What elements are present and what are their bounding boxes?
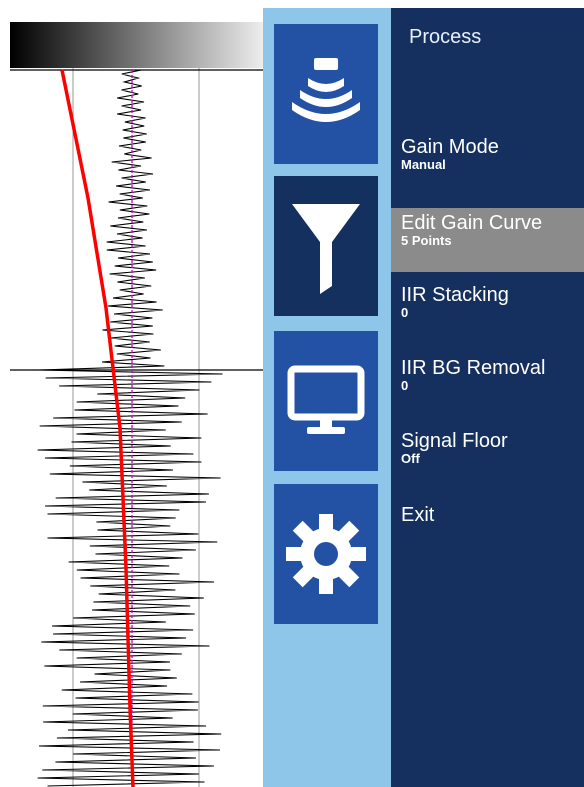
- process-menu: Process Gain Mode Manual Edit Gain Curve…: [391, 8, 584, 787]
- menu-item-label: Gain Mode: [401, 136, 499, 158]
- menu-item-signal-floor[interactable]: Signal Floor Off: [391, 430, 584, 478]
- menu-item-iir-bg-removal[interactable]: IIR BG Removal 0: [391, 357, 584, 405]
- display-tile[interactable]: [274, 331, 378, 471]
- menu-title: Process: [409, 26, 482, 48]
- transducer-tile[interactable]: [274, 24, 378, 164]
- monitor-icon: [287, 365, 365, 434]
- menu-item-value: Off: [401, 451, 420, 466]
- menu-item-value: 0: [401, 305, 409, 320]
- menu-item-iir-stacking[interactable]: IIR Stacking 0: [391, 284, 584, 332]
- filter-tile[interactable]: [274, 176, 378, 316]
- transducer-waves-icon: [292, 58, 360, 122]
- app-frame: Process Gain Mode Manual Edit Gain Curve…: [10, 8, 584, 787]
- menu-item-edit-gain-curve[interactable]: Edit Gain Curve 5 Points: [391, 208, 584, 272]
- menu-item-value: Manual: [401, 157, 446, 172]
- filter-funnel-icon: [292, 204, 360, 294]
- waveform-plot: [10, 68, 263, 787]
- menu-item-label: IIR BG Removal: [401, 357, 546, 379]
- menu-item-label: Signal Floor: [401, 430, 508, 452]
- menu-item-label: Exit: [401, 504, 435, 526]
- waveform-pane[interactable]: [10, 8, 263, 787]
- menu-item-value: 5 Points: [401, 233, 452, 248]
- menu-item-value: 0: [401, 378, 409, 393]
- settings-tile[interactable]: [274, 484, 378, 624]
- gear-icon: [286, 514, 366, 594]
- menu-item-label: Edit Gain Curve: [401, 212, 543, 234]
- icon-column: [263, 8, 391, 787]
- menu-item-gain-mode[interactable]: Gain Mode Manual: [391, 136, 584, 186]
- menu-item-label: IIR Stacking: [401, 284, 509, 306]
- menu-item-exit[interactable]: Exit: [391, 504, 584, 534]
